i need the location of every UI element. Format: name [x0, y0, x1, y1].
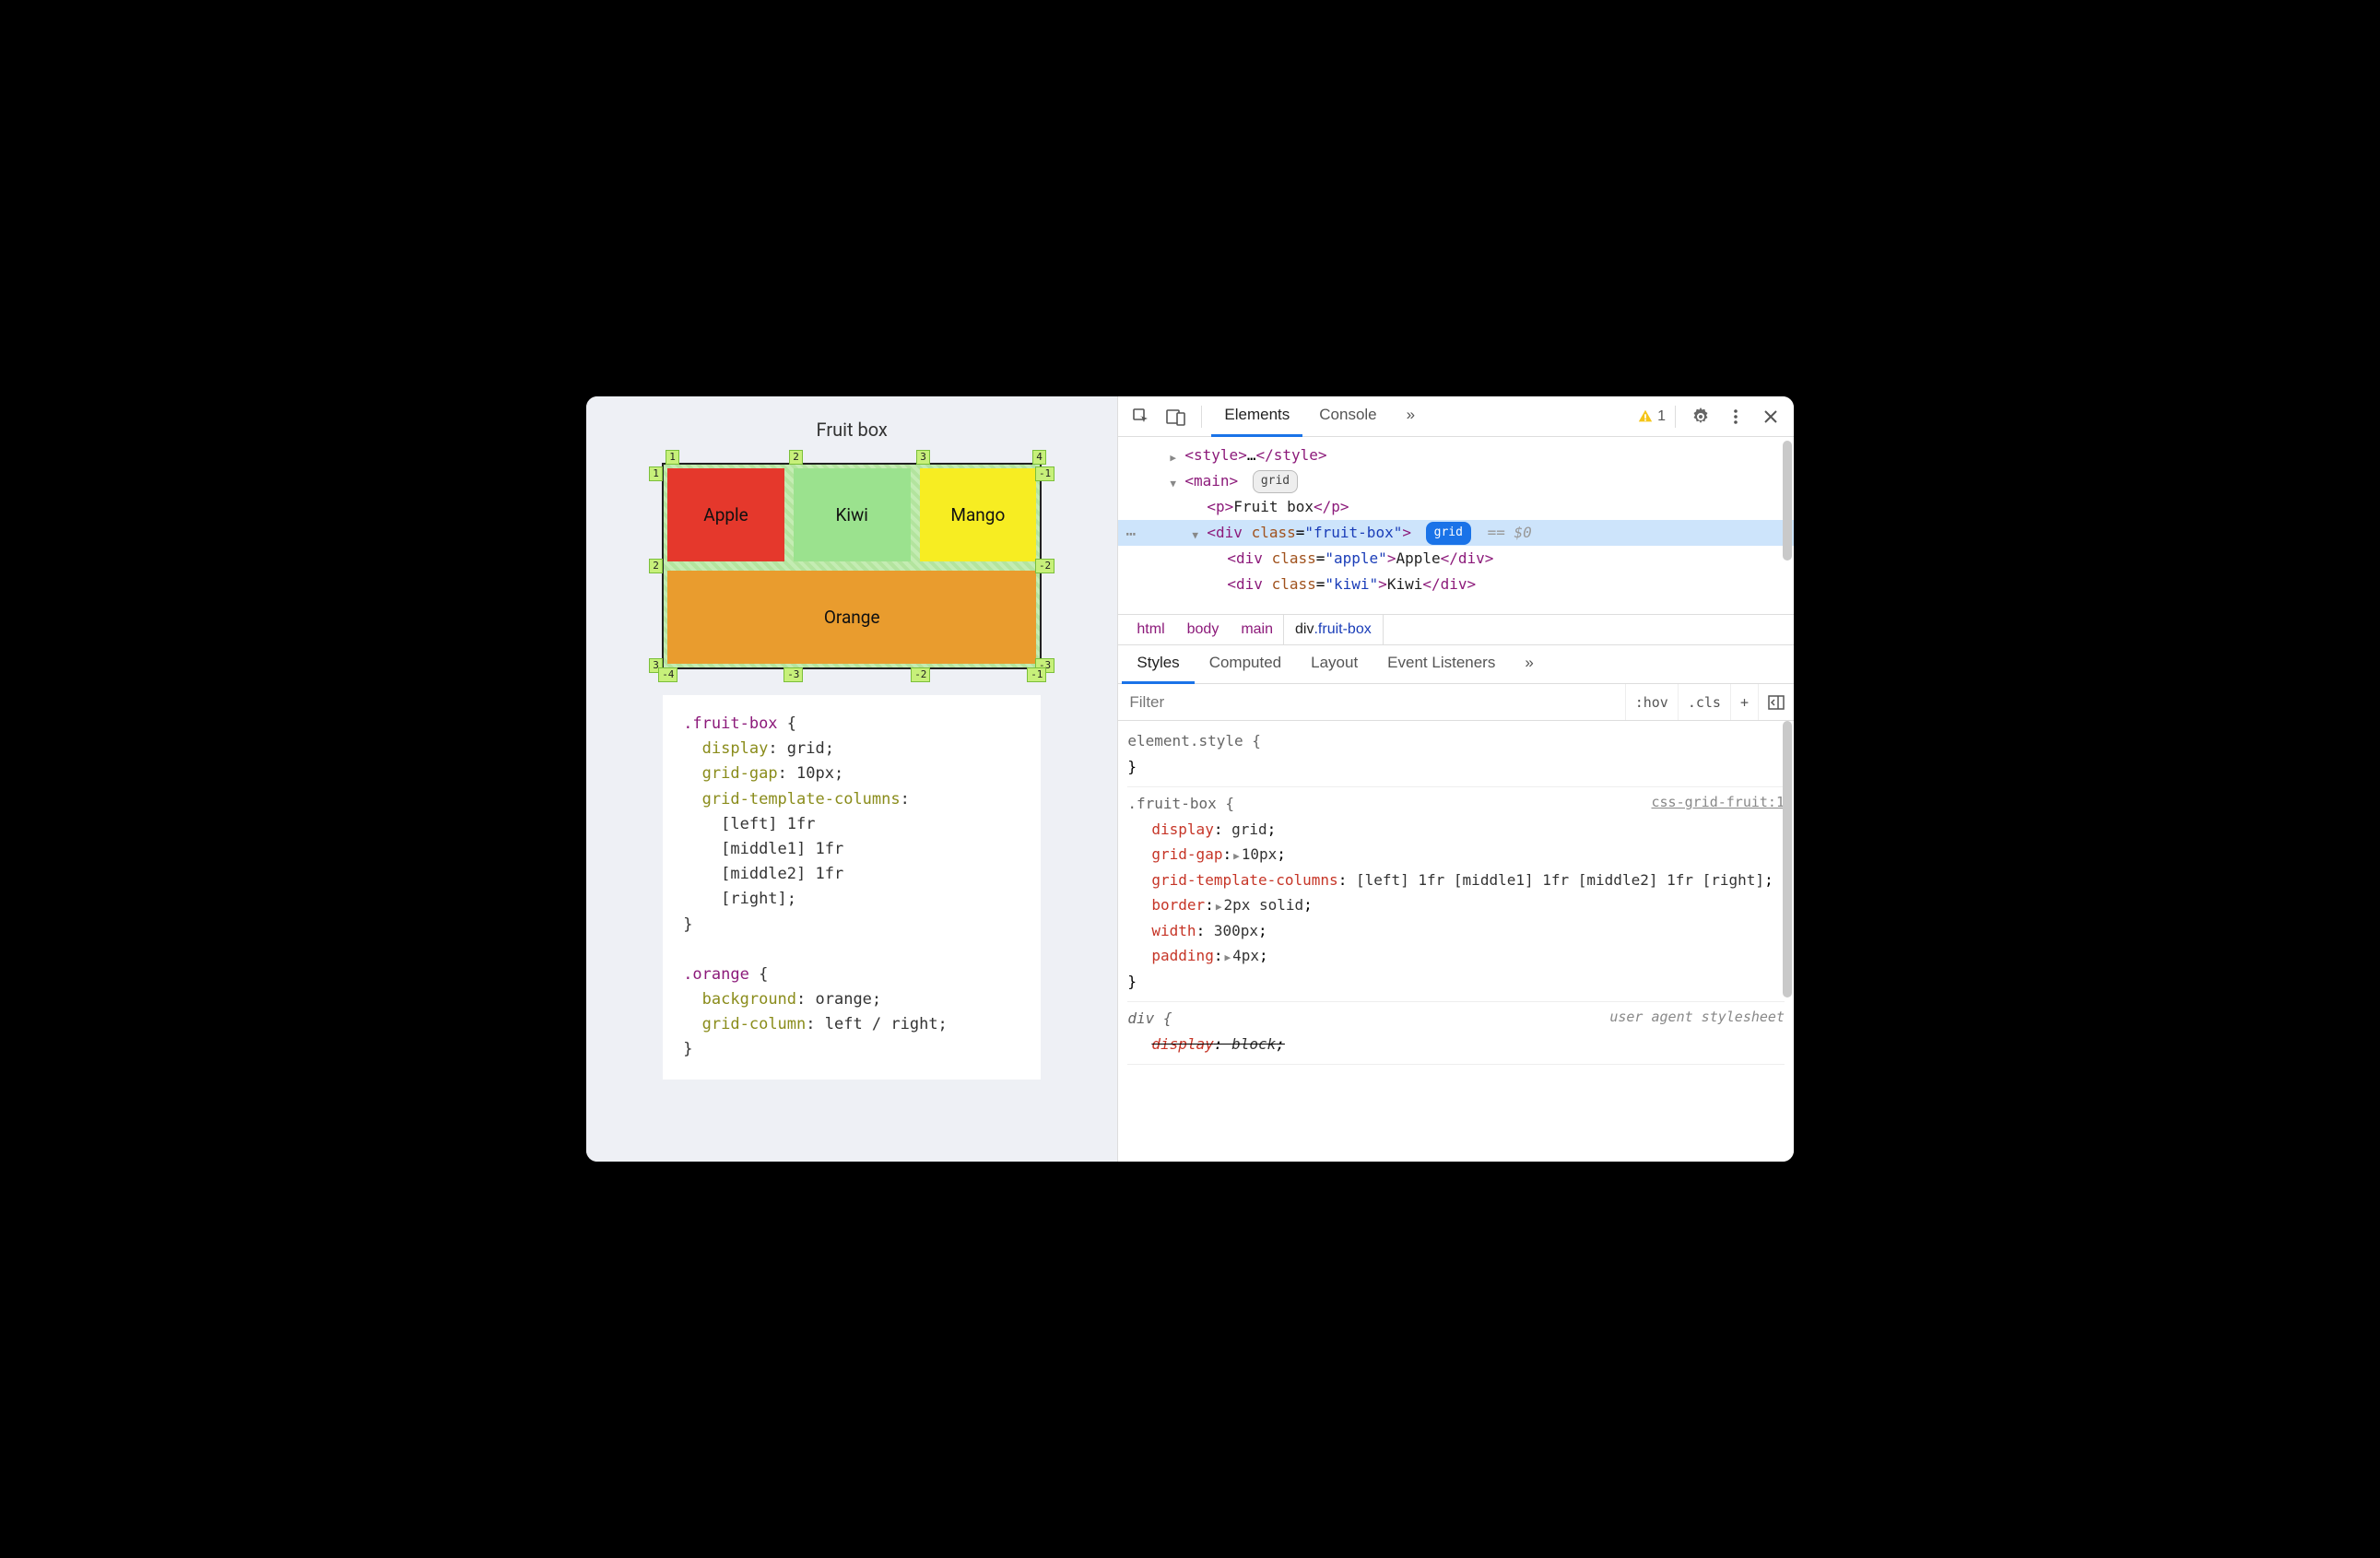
- crumb-main[interactable]: main: [1230, 621, 1284, 638]
- subtab-layout[interactable]: Layout: [1296, 645, 1373, 684]
- dom-scrollbar-thumb[interactable]: [1783, 441, 1792, 561]
- dom-p-line[interactable]: <p>Fruit box</p>: [1118, 494, 1794, 520]
- grid-row-n2: -2: [1035, 559, 1055, 573]
- dom-style-line[interactable]: ▶ <style>…</style>: [1118, 443, 1794, 468]
- warning-indicator[interactable]: 1: [1637, 408, 1666, 425]
- fruit-box-grid[interactable]: Apple Kiwi Mango Orange: [662, 463, 1042, 669]
- cls-button[interactable]: .cls: [1678, 684, 1730, 720]
- grid-col-n3: -3: [784, 667, 803, 682]
- crumb-div[interactable]: div.fruit-box: [1284, 615, 1383, 644]
- styles-filter-input[interactable]: [1118, 693, 1624, 712]
- dom-apple-line[interactable]: <div class="apple">Apple</div>: [1118, 546, 1794, 572]
- cell-apple: Apple: [667, 468, 784, 561]
- inspect-element-icon[interactable]: [1125, 401, 1157, 432]
- rule-user-agent[interactable]: user agent stylesheet div { display: blo…: [1127, 1002, 1785, 1065]
- chevron-right-icon[interactable]: ▶: [1216, 901, 1222, 913]
- source-code-block: .fruit-box { display: grid; grid-gap: 10…: [663, 695, 1041, 1080]
- grid-badge-active[interactable]: grid: [1426, 522, 1471, 545]
- rule-fruit-box[interactable]: css-grid-fruit:1 .fruit-box { display: g…: [1127, 787, 1785, 1002]
- grid-col-4: 4: [1032, 450, 1046, 465]
- tab-more[interactable]: »: [1394, 396, 1428, 437]
- grid-badge[interactable]: grid: [1253, 470, 1298, 493]
- grid-col-1: 1: [666, 450, 679, 465]
- chevron-right-icon[interactable]: ▶: [1233, 850, 1240, 862]
- styles-subtabs: Styles Computed Layout Event Listeners »: [1118, 645, 1794, 684]
- grid-row-1: 1: [649, 466, 663, 481]
- cell-mango: Mango: [920, 468, 1037, 561]
- dom-tree[interactable]: ▶ <style>…</style> ▼ <main> grid <p>Frui…: [1118, 437, 1794, 614]
- kebab-icon[interactable]: [1720, 401, 1751, 432]
- cell-kiwi: Kiwi: [794, 468, 911, 561]
- subtab-events[interactable]: Event Listeners: [1373, 645, 1510, 684]
- grid-row-2: 2: [649, 559, 663, 573]
- hov-button[interactable]: :hov: [1625, 684, 1678, 720]
- dom-selected-fruitbox[interactable]: ▼ <div class="fruit-box"> grid == $0: [1118, 520, 1794, 546]
- chevron-right-icon[interactable]: ▶: [1170, 449, 1176, 466]
- warning-count: 1: [1657, 408, 1666, 425]
- devtools-pane: Elements Console » 1 ▶ <style>…</st: [1117, 396, 1794, 1162]
- demo-title: Fruit box: [817, 419, 888, 441]
- grid-col-2: 2: [789, 450, 803, 465]
- grid-col-n2: -2: [911, 667, 930, 682]
- subtab-more[interactable]: »: [1510, 645, 1548, 684]
- dom-main-line[interactable]: ▼ <main> grid: [1118, 468, 1794, 494]
- styles-scrollbar-thumb[interactable]: [1783, 721, 1792, 997]
- styles-rules-pane[interactable]: element.style { } css-grid-fruit:1 .frui…: [1118, 721, 1794, 1162]
- breadcrumb: html body main div.fruit-box: [1118, 614, 1794, 645]
- source-link[interactable]: css-grid-fruit:1: [1651, 791, 1785, 815]
- close-icon[interactable]: [1755, 401, 1786, 432]
- styles-filter-row: :hov .cls +: [1118, 684, 1794, 721]
- rule-element-style[interactable]: element.style { }: [1127, 725, 1785, 787]
- gear-icon[interactable]: [1685, 401, 1716, 432]
- device-toggle-icon[interactable]: [1161, 401, 1192, 432]
- app-window: Fruit box Apple Kiwi Mango Orange 1 2 3 …: [586, 396, 1794, 1162]
- toolbar-separator: [1201, 406, 1202, 428]
- cell-orange: Orange: [667, 571, 1036, 664]
- grid-col-n1: -1: [1027, 667, 1046, 682]
- page-preview-pane: Fruit box Apple Kiwi Mango Orange 1 2 3 …: [586, 396, 1117, 1162]
- chevron-right-icon[interactable]: ▶: [1224, 951, 1231, 963]
- chevron-down-icon[interactable]: ▼: [1170, 475, 1176, 492]
- sidebar-toggle-icon[interactable]: [1758, 684, 1794, 720]
- dom-kiwi-line[interactable]: <div class="kiwi">Kiwi</div>: [1118, 572, 1794, 597]
- subtab-computed[interactable]: Computed: [1195, 645, 1296, 684]
- chevron-down-icon[interactable]: ▼: [1192, 526, 1198, 544]
- crumb-body[interactable]: body: [1176, 621, 1231, 638]
- ua-source: user agent stylesheet: [1609, 1006, 1785, 1030]
- toolbar-separator: [1675, 406, 1676, 428]
- grid-col-3: 3: [916, 450, 930, 465]
- subtab-styles[interactable]: Styles: [1122, 645, 1194, 684]
- add-rule-button[interactable]: +: [1730, 684, 1758, 720]
- crumb-html[interactable]: html: [1125, 621, 1175, 638]
- grid-col-n4: -4: [658, 667, 677, 682]
- grid-row-n1: -1: [1035, 466, 1055, 481]
- console-ref: == $0: [1488, 524, 1532, 541]
- tab-elements[interactable]: Elements: [1211, 396, 1302, 437]
- grid-demo-wrap: Apple Kiwi Mango Orange 1 2 3 4 1 2 3 -1…: [649, 450, 1055, 682]
- tab-console[interactable]: Console: [1306, 396, 1389, 437]
- devtools-toolbar: Elements Console » 1: [1118, 396, 1794, 437]
